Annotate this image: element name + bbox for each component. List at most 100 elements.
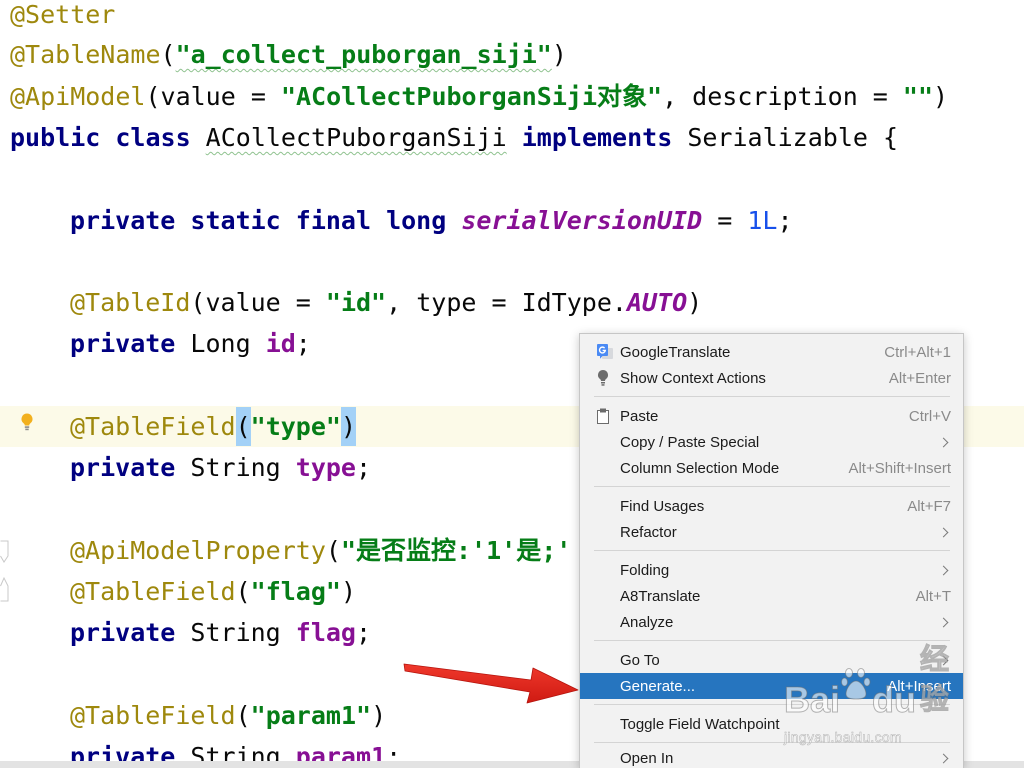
code-line: private Long id;: [70, 329, 311, 359]
lightbulb-icon: [597, 369, 609, 387]
menu-item-label: Open In: [620, 750, 674, 767]
menu-item-find-usages[interactable]: Find Usages Alt+F7: [580, 493, 963, 519]
code-token: ): [687, 288, 703, 317]
context-menu: GoogleTranslate Ctrl+Alt+1 Show Context …: [579, 333, 964, 768]
constant-token: serialVersionUID: [461, 206, 703, 235]
menu-item-shortcut: Alt+T: [915, 587, 951, 605]
menu-item-generate[interactable]: Generate... Alt+Insert: [580, 673, 963, 699]
string-token: "a_collect_puborgan_siji": [175, 40, 552, 69]
menu-item-label: Generate...: [620, 677, 696, 695]
annotation-token: @TableName: [10, 40, 161, 69]
constant-token: AUTO: [626, 288, 688, 317]
menu-item-google-translate[interactable]: GoogleTranslate Ctrl+Alt+1: [580, 339, 963, 365]
code-token: ): [551, 40, 567, 69]
matched-brace-open: (: [235, 407, 251, 446]
string-token: "ACollectPuborganSiji对象": [280, 82, 663, 111]
chevron-right-icon: [938, 527, 949, 537]
code-line-current: @TableField("type"): [70, 407, 357, 446]
code-token: ): [371, 701, 387, 730]
fold-marker-icon[interactable]: [0, 540, 10, 602]
menu-item-shortcut: Alt+F7: [907, 497, 951, 515]
code-token: ): [340, 577, 357, 606]
menu-item-label: Toggle Field Watchpoint: [620, 715, 780, 733]
code-line: public class ACollectPuborganSiji implem…: [10, 123, 898, 153]
menu-item-shortcut: Alt+Insert: [887, 677, 951, 695]
code-token: String: [190, 618, 296, 647]
keyword-token: private: [70, 329, 191, 358]
annotation-token: @TableField: [70, 412, 236, 441]
menu-separator: [580, 391, 963, 403]
string-token: "": [902, 82, 934, 111]
menu-separator: [580, 635, 963, 647]
string-token: "param1": [250, 701, 372, 730]
code-line: @TableField("flag"): [70, 577, 356, 607]
menu-item-refactor[interactable]: Refactor: [580, 519, 963, 545]
code-token: (value =: [145, 82, 281, 111]
code-line: @Setter: [10, 0, 115, 30]
field-token: type: [295, 453, 356, 482]
code-line: @TableName("a_collect_puborgan_siji"): [10, 40, 567, 70]
menu-item-a8translate[interactable]: A8Translate Alt+T: [580, 583, 963, 609]
menu-item-shortcut: Ctrl+V: [908, 407, 951, 425]
menu-item-copy-paste-special[interactable]: Copy / Paste Special: [580, 429, 963, 455]
string-token: "flag": [250, 577, 341, 606]
annotation-token: @TableField: [70, 701, 236, 730]
string-token: "是否监控:'1'是;': [340, 536, 572, 565]
code-token: Long: [190, 329, 266, 358]
chevron-right-icon: [938, 617, 949, 627]
code-token: ): [933, 82, 949, 111]
keyword-token: public class: [10, 123, 206, 152]
annotation-token: @TableId: [70, 288, 191, 317]
code-line: @TableField("param1"): [70, 701, 386, 731]
menu-item-label: GoogleTranslate: [620, 343, 731, 361]
class-name-token: ACollectPuborganSiji: [205, 123, 507, 152]
menu-item-label: Folding: [620, 561, 670, 579]
menu-item-go-to[interactable]: Go To: [580, 647, 963, 673]
menu-item-toggle-field-watchpoint[interactable]: Toggle Field Watchpoint: [580, 711, 963, 737]
field-token: flag: [295, 618, 356, 647]
keyword-token: implements: [506, 123, 688, 152]
annotation-token: @ApiModel: [10, 82, 146, 111]
menu-item-label: Go To: [620, 651, 660, 669]
code-token: String: [190, 453, 296, 482]
code-line: private static final long serialVersionU…: [70, 206, 793, 236]
chevron-right-icon: [938, 655, 949, 665]
menu-item-label: Find Usages: [620, 497, 705, 515]
code-token: (: [160, 40, 176, 69]
code-token: Serializable {: [687, 123, 899, 152]
code-token: , description =: [662, 82, 903, 111]
code-line: @TableId(value = "id", type = IdType.AUT…: [70, 288, 702, 318]
string-token: "type": [250, 412, 341, 441]
menu-item-paste[interactable]: Paste Ctrl+V: [580, 403, 963, 429]
chevron-right-icon: [938, 565, 949, 575]
matched-brace-close: ): [340, 407, 357, 446]
menu-item-show-context-actions[interactable]: Show Context Actions Alt+Enter: [580, 365, 963, 391]
annotation-token: @ApiModelProperty: [70, 536, 326, 565]
google-translate-icon: [597, 344, 613, 360]
keyword-token: private: [70, 453, 191, 482]
menu-item-folding[interactable]: Folding: [580, 557, 963, 583]
menu-item-open-in[interactable]: Open In: [580, 749, 963, 768]
annotation-token: @Setter: [10, 0, 116, 29]
number-token: 1L: [747, 206, 778, 235]
menu-separator: [580, 545, 963, 557]
menu-item-label: Analyze: [620, 613, 674, 631]
keyword-token: private: [70, 618, 191, 647]
field-token: id: [265, 329, 296, 358]
chevron-right-icon: [938, 753, 949, 764]
menu-item-analyze[interactable]: Analyze: [580, 609, 963, 635]
menu-item-column-selection-mode[interactable]: Column Selection Mode Alt+Shift+Insert: [580, 455, 963, 481]
code-token: ;: [356, 453, 372, 482]
clipboard-icon: [597, 408, 609, 424]
code-token: , type = IdType.: [386, 288, 627, 317]
menu-separator: [580, 699, 963, 711]
menu-item-shortcut: Alt+Shift+Insert: [848, 459, 951, 477]
menu-separator: [580, 481, 963, 493]
code-token: (value =: [190, 288, 326, 317]
code-line: @ApiModelProperty("是否监控:'1'是;': [70, 536, 571, 566]
lightbulb-icon[interactable]: [19, 412, 35, 432]
menu-item-label: Column Selection Mode: [620, 459, 780, 477]
annotation-token: @TableField: [70, 577, 236, 606]
code-token: ;: [777, 206, 793, 235]
code-token: (: [325, 536, 341, 565]
